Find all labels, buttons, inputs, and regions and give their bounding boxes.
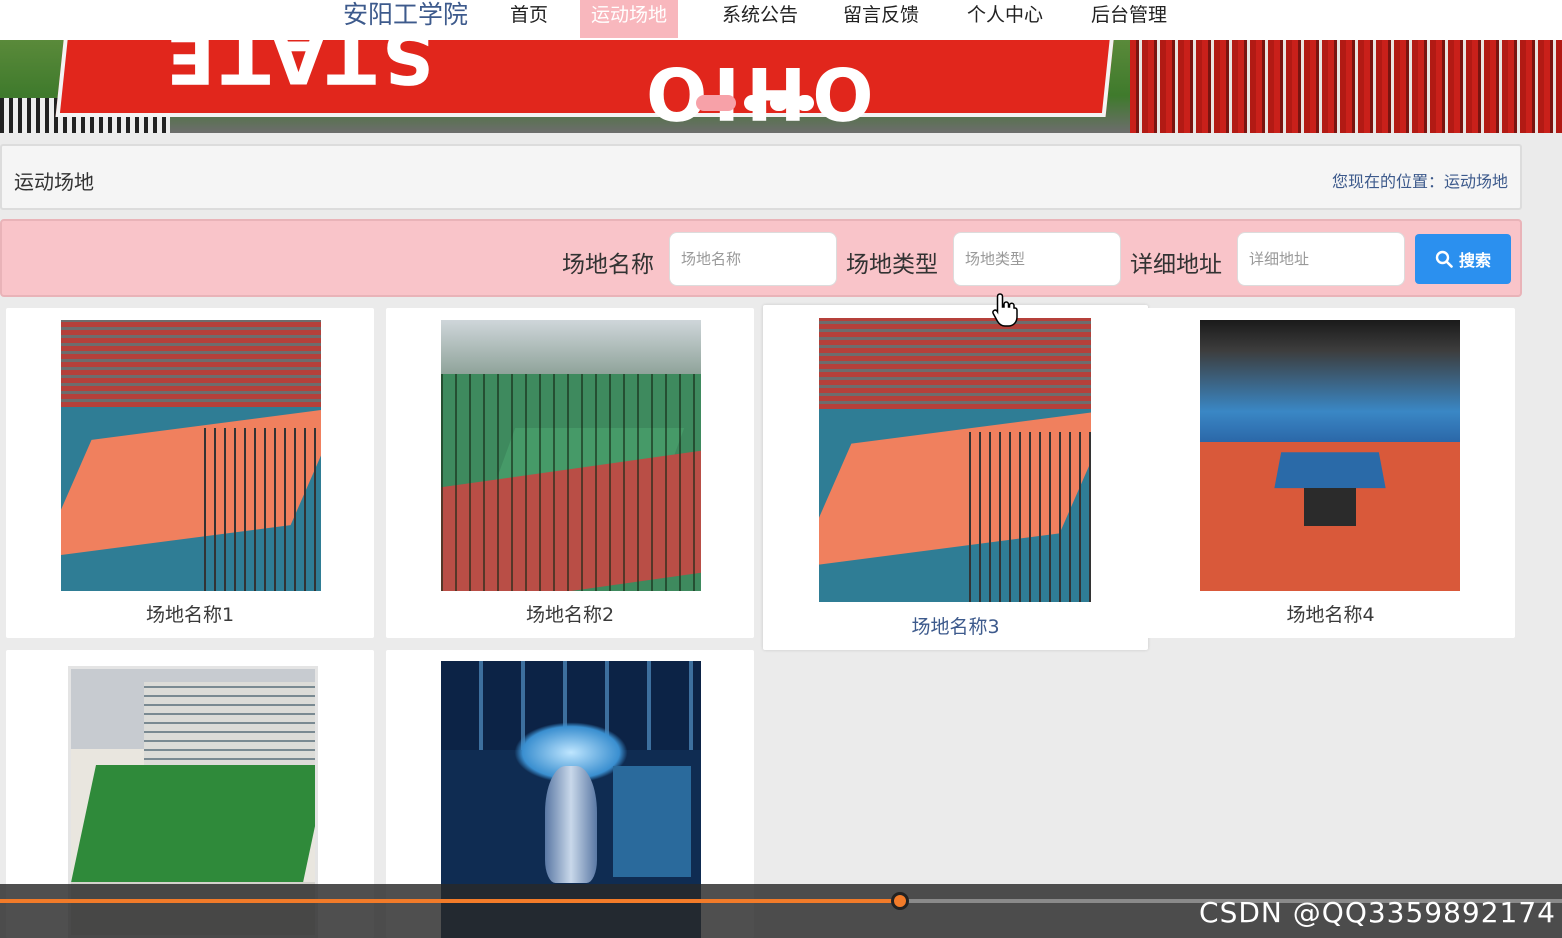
venue-name[interactable]: 场地名称1 [6,600,374,627]
search-icon [1435,250,1453,268]
banner-crowd-right [1130,40,1562,133]
basketball-court-icon[interactable] [441,320,701,591]
volleyball-court-icon[interactable] [61,320,321,591]
nav-item-announcements[interactable]: 系统公告 [711,0,809,38]
banner-carousel[interactable]: STATE OHIO [0,40,1562,133]
venue-card[interactable]: 场地名称1 [6,308,374,638]
site-brand[interactable]: 安阳工学院 [343,0,468,32]
carousel-dot-4[interactable] [796,95,814,111]
progress-knob[interactable] [890,892,909,910]
venue-name-input[interactable] [669,232,837,286]
venue-card[interactable]: 场地名称2 [386,308,754,638]
venue-name[interactable]: 场地名称4 [1146,600,1515,627]
nav-item-feedback[interactable]: 留言反馈 [832,0,930,38]
top-nav: 安阳工学院 首页 运动场地 系统公告 留言反馈 个人中心 后台管理 [0,0,1562,40]
volleyball-court-icon[interactable] [819,318,1091,602]
page-title: 运动场地 [14,170,94,194]
venue-card[interactable]: 场地名称3 [763,305,1148,650]
address-input[interactable] [1237,232,1405,286]
venue-name-label: 场地名称 [562,252,654,278]
banner-text-ohio: OHIO [640,51,874,133]
search-button[interactable]: 搜索 [1415,234,1511,284]
breadcrumb[interactable]: 您现在的位置：运动场地 [1332,168,1508,192]
carousel-dot-2[interactable] [744,95,762,111]
address-label: 详细地址 [1130,252,1222,278]
carousel-dots [696,95,814,111]
carousel-dot-3[interactable] [770,95,788,111]
video-controls[interactable]: CSDN @QQ3359892174 [0,884,1562,938]
nav-item-home[interactable]: 首页 [499,0,559,38]
search-button-label: 搜索 [1458,251,1491,270]
carousel-dot-1[interactable] [696,95,736,111]
venue-name[interactable]: 场地名称3 [763,612,1148,639]
watermark: CSDN @QQ3359892174 [1199,896,1556,929]
breadcrumb-bar: 运动场地 您现在的位置：运动场地 [0,144,1522,210]
table-tennis-hall-icon[interactable] [1200,320,1460,591]
progress-fill [0,899,900,903]
nav-item-admin[interactable]: 后台管理 [1080,0,1178,38]
venue-type-label: 场地类型 [846,252,938,278]
venue-card[interactable]: 场地名称4 [1146,308,1515,638]
search-bar: 场地名称 场地类型 详细地址 搜索 [0,219,1522,297]
nav-item-user-center[interactable]: 个人中心 [956,0,1054,38]
hand-cursor-icon [992,293,1018,327]
venue-type-input[interactable] [953,232,1121,286]
banner-text-state: STATE [160,40,434,99]
venue-name[interactable]: 场地名称2 [386,600,754,627]
nav-item-venues[interactable]: 运动场地 [580,0,679,38]
